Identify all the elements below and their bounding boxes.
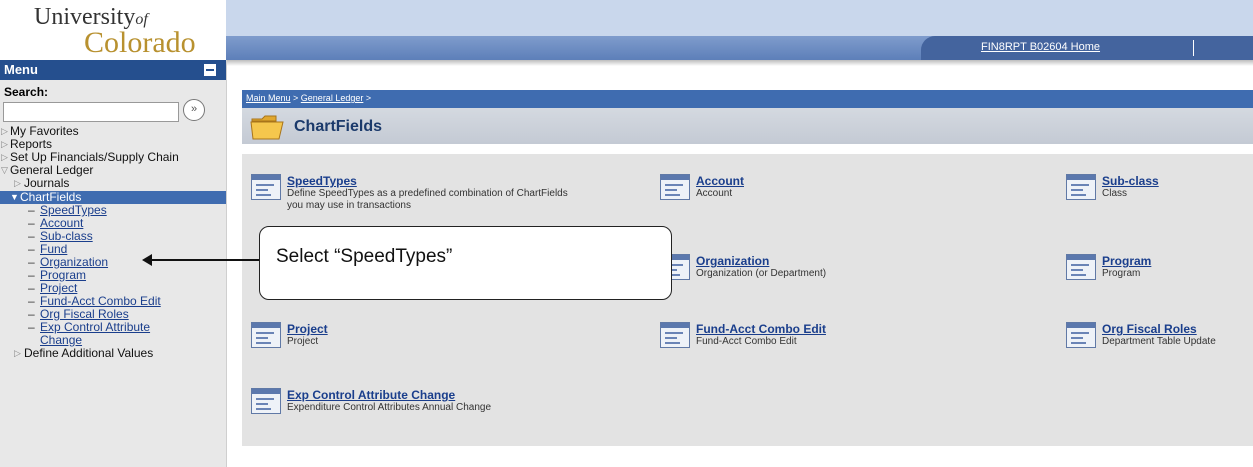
component-icon — [1066, 322, 1096, 348]
menu-link-exp-control-attribute-change[interactable]: – Exp Control Attribute Change — [0, 321, 190, 347]
expand-icon: ▷ — [1, 126, 8, 136]
component-icon — [1066, 254, 1096, 280]
folder-icon — [250, 115, 284, 140]
search-input[interactable] — [3, 102, 179, 122]
tile-organization-desc: Organization (or Department) — [696, 268, 827, 279]
banner-shadow — [226, 60, 1253, 66]
search-go-icon[interactable]: » — [183, 99, 205, 121]
chartfields-grid: SpeedTypes Define SpeedTypes as a predef… — [242, 154, 1253, 446]
component-icon — [251, 388, 281, 414]
top-banner: FIN8RPT B02604 Home — [226, 0, 1253, 60]
tile-account-desc: Account — [696, 188, 733, 199]
callout-arrow — [142, 254, 260, 266]
breadcrumb-general-ledger[interactable]: General Ledger — [301, 93, 364, 103]
tile-org-fiscal-roles-desc: Department Table Update — [1102, 336, 1216, 347]
collapse-icon: ▽ — [1, 165, 8, 175]
tile-speedtypes-desc: Define SpeedTypes as a predefined combin… — [287, 188, 568, 211]
tile-project-desc: Project — [287, 336, 319, 347]
logo-line2: Colorado — [84, 26, 196, 59]
breadcrumb-separator: > — [363, 93, 372, 103]
expand-icon: ▷ — [1, 152, 8, 162]
minimize-icon[interactable] — [204, 64, 216, 76]
page-title: ChartFields — [294, 118, 383, 135]
tile-project-link[interactable]: Project — [287, 322, 328, 336]
search-label: Search: — [4, 85, 49, 99]
tile-org-fiscal-roles-link[interactable]: Org Fiscal Roles — [1102, 322, 1197, 336]
tile-fund-acct-combo-edit-link[interactable]: Fund-Acct Combo Edit — [696, 322, 826, 336]
tile-speedtypes-link[interactable]: SpeedTypes — [287, 174, 357, 188]
header-separator — [1193, 40, 1194, 56]
tile-sub-class-link[interactable]: Sub-class — [1102, 174, 1159, 188]
component-icon — [660, 322, 690, 348]
menu-title: Menu — [4, 62, 38, 77]
menu-header: Menu — [0, 60, 226, 80]
menu-item-journals[interactable]: ▷ Journals — [0, 177, 226, 190]
expand-icon: ▷ — [14, 348, 21, 358]
callout-box: Select “SpeedTypes” — [259, 226, 672, 300]
menu-item-define-additional-values[interactable]: ▷ Define Additional Values — [0, 347, 226, 360]
page-title-bar: ChartFields — [242, 108, 1253, 144]
home-tab: FIN8RPT B02604 Home — [921, 36, 1253, 60]
expand-icon: ▷ — [14, 178, 21, 188]
tile-account-link[interactable]: Account — [696, 174, 744, 188]
component-icon — [660, 174, 690, 200]
search-row: » — [0, 99, 226, 125]
breadcrumb-separator: > — [290, 93, 301, 103]
collapse-icon: ▼ — [10, 192, 19, 202]
banner-curve — [226, 0, 1253, 36]
tile-fund-acct-combo-edit-desc: Fund-Acct Combo Edit — [696, 336, 797, 347]
callout-text: Select “SpeedTypes” — [276, 246, 453, 267]
component-icon — [251, 322, 281, 348]
tile-program-link[interactable]: Program — [1102, 254, 1151, 268]
component-icon — [1066, 174, 1096, 200]
tile-sub-class-desc: Class — [1102, 188, 1128, 199]
tile-program-desc: Program — [1102, 268, 1141, 279]
university-logo: Universityof Colorado — [0, 0, 226, 60]
tile-exp-control-attribute-change-link[interactable]: Exp Control Attribute Change — [287, 388, 455, 402]
breadcrumb: Main Menu > General Ledger > — [242, 90, 1253, 108]
breadcrumb-main-menu[interactable]: Main Menu — [246, 93, 291, 103]
tile-exp-control-attribute-change-desc: Expenditure Control Attributes Annual Ch… — [287, 402, 492, 413]
expand-icon: ▷ — [1, 139, 8, 149]
left-menu: Menu Search: » ▷ My Favorites ▷ Reports ▷ S… — [0, 60, 227, 467]
component-icon — [251, 174, 281, 200]
tile-organization-link[interactable]: Organization — [696, 254, 769, 268]
home-link[interactable]: FIN8RPT B02604 Home — [981, 41, 1100, 53]
